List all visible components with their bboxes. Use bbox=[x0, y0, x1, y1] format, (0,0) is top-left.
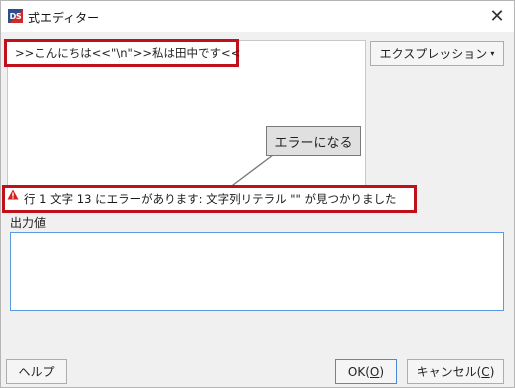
error-message-bar: 行 1 文字 13 にエラーがあります: 文字列リテラル "" が見つかりました bbox=[2, 185, 417, 213]
cancel-mnemonic: C bbox=[481, 364, 490, 379]
app-logo-icon: DS bbox=[8, 9, 23, 23]
callout-text: エラーになる bbox=[274, 135, 353, 151]
expression-dropdown-label: エクスプレッション bbox=[379, 47, 488, 61]
output-value-field[interactable] bbox=[10, 232, 504, 311]
expression-editor-dialog: DS 式エディター ✕ >>こんにちは<<"\n">>私は田中です<< エクスプ… bbox=[0, 0, 515, 388]
cancel-button[interactable]: キャンセル(C) bbox=[407, 359, 504, 384]
expression-text: >>こんにちは<<"\n">>私は田中です<< bbox=[15, 46, 241, 60]
dialog-title: 式エディター bbox=[28, 11, 100, 25]
chevron-down-icon: ▾ bbox=[490, 49, 495, 58]
error-callout: エラーになる bbox=[266, 126, 361, 156]
expression-text-highlight[interactable]: >>こんにちは<<"\n">>私は田中です<< bbox=[4, 39, 241, 67]
ok-button[interactable]: OK(O) bbox=[335, 359, 397, 384]
ok-label-prefix: OK( bbox=[347, 364, 370, 379]
close-button[interactable]: ✕ bbox=[480, 1, 514, 31]
ok-mnemonic: O bbox=[369, 364, 380, 379]
ok-label-suffix: ) bbox=[379, 364, 385, 379]
expression-dropdown-button[interactable]: エクスプレッション ▾ bbox=[370, 41, 504, 66]
cancel-label-prefix: キャンセル( bbox=[416, 365, 482, 379]
title-bar: DS 式エディター ✕ bbox=[1, 1, 514, 32]
close-icon: ✕ bbox=[489, 5, 505, 27]
error-message: 行 1 文字 13 にエラーがあります: 文字列リテラル "" が見つかりました bbox=[24, 192, 397, 206]
output-label: 出力値 bbox=[10, 216, 47, 230]
cancel-label-suffix: ) bbox=[489, 364, 495, 379]
warning-icon bbox=[7, 189, 19, 199]
help-button[interactable]: ヘルプ bbox=[6, 359, 67, 384]
